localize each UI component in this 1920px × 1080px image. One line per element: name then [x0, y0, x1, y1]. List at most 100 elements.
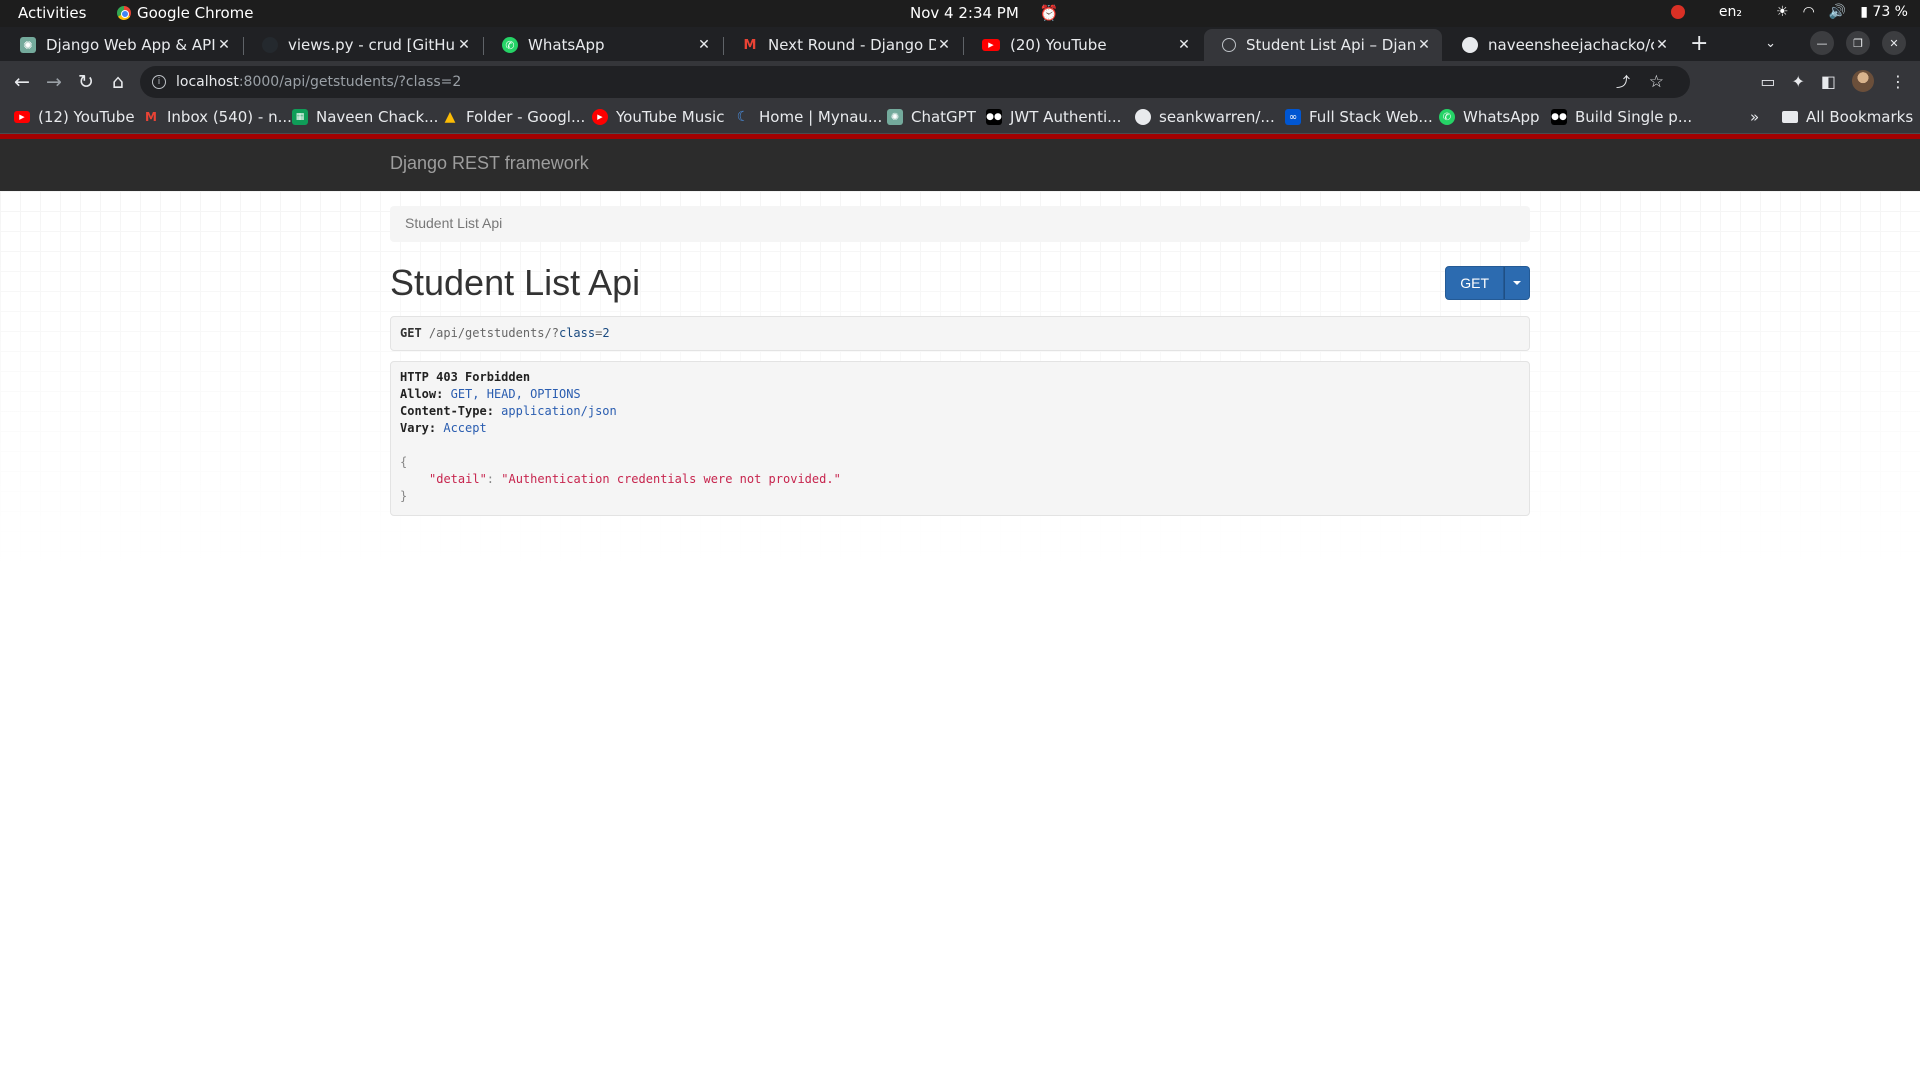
github-icon	[1135, 109, 1151, 125]
cast-icon[interactable]: ▭	[1760, 72, 1775, 91]
close-window-button[interactable]: ✕	[1882, 31, 1906, 55]
bookmark-youtube-music[interactable]: ▶ YouTube Music	[592, 108, 724, 126]
reload-icon[interactable]: ↻	[74, 70, 98, 94]
response-header: Content-Type: application/json	[400, 403, 1520, 420]
tab-django-web-app[interactable]: ✺ Django Web App & API ✕	[2, 29, 242, 61]
tab-title: Django Web App & API	[46, 36, 216, 54]
bookmark-mynaukri[interactable]: ☾ Home | Mynau...	[735, 108, 883, 126]
close-icon[interactable]: ✕	[1654, 37, 1670, 53]
minimize-button[interactable]: —	[1810, 31, 1834, 55]
site-info-icon[interactable]: i	[152, 75, 166, 89]
bookmark-folder-google[interactable]: ▲ Folder - Googl...	[442, 108, 586, 126]
bookmark-chatgpt[interactable]: ✺ ChatGPT	[887, 108, 976, 126]
bookmark-label: Build Single p...	[1575, 108, 1693, 126]
extensions-icon[interactable]: ✦	[1791, 72, 1804, 91]
tab-github-repo[interactable]: naveensheejachacko/cor ✕	[1444, 29, 1680, 61]
address-bar[interactable]: i localhost:8000/api/getstudents/?class=…	[140, 66, 1690, 98]
bookmarks-overflow-icon[interactable]: »	[1750, 108, 1759, 126]
gmail-icon: M	[145, 110, 157, 124]
bookmark-inbox[interactable]: M Inbox (540) - n...	[143, 108, 292, 126]
request-url: /api/getstudents/?	[428, 326, 559, 340]
forward-icon[interactable]: →	[42, 70, 66, 94]
close-icon[interactable]: ✕	[696, 37, 712, 53]
home-icon[interactable]: ⌂	[106, 70, 130, 94]
bookmark-seankwarren[interactable]: seankwarren/...	[1135, 108, 1275, 126]
tab-strip: ✺ Django Web App & API ✕ views.py - crud…	[0, 27, 1920, 61]
drf-navbar: Django REST framework	[0, 134, 1920, 191]
bookmark-label: Folder - Googl...	[466, 108, 586, 126]
bookmark-star-icon[interactable]: ☆	[1649, 72, 1664, 92]
request-info: GET /api/getstudents/?class=2	[390, 316, 1530, 351]
tab-next-round[interactable]: M Next Round - Django Dev ✕	[724, 29, 962, 61]
record-icon	[1670, 5, 1685, 19]
content-header: Student List Api GET	[390, 242, 1530, 314]
close-icon[interactable]: ✕	[1176, 37, 1192, 53]
menu-icon[interactable]: ⋮	[1890, 72, 1906, 91]
response-header: Allow: GET, HEAD, OPTIONS	[400, 386, 1520, 403]
tab-youtube[interactable]: ▶ (20) YouTube ✕	[964, 29, 1202, 61]
bookmark-label: Home | Mynau...	[759, 108, 883, 126]
response-status: HTTP 403 Forbidden	[400, 370, 531, 384]
all-bookmarks-label: All Bookmarks	[1806, 108, 1914, 126]
profile-avatar[interactable]	[1852, 70, 1874, 92]
bookmark-whatsapp[interactable]: ✆ WhatsApp	[1439, 108, 1540, 126]
breadcrumb: Student List Api	[390, 206, 1530, 242]
bookmark-naveen-chack[interactable]: ▦ Naveen Chack...	[292, 108, 438, 126]
url-path: :8000/api/getstudents/?class=2	[238, 74, 462, 90]
activities-button[interactable]: Activities	[18, 4, 86, 22]
url-host: localhost	[176, 74, 239, 90]
system-tray[interactable]: en₂ ☀ ◠ 🔊 ▮ 73 %	[1670, 4, 1908, 20]
app-menu[interactable]: Google Chrome	[117, 4, 254, 22]
request-method: GET	[400, 326, 422, 340]
tab-search-icon[interactable]: ⌄	[1765, 36, 1776, 51]
restore-button[interactable]: ❐	[1846, 31, 1870, 55]
json-open-brace: {	[400, 455, 408, 469]
bookmark-jwt-auth[interactable]: ●● JWT Authenti...	[986, 108, 1121, 126]
globe-icon	[1222, 38, 1236, 52]
bookmark-build-single-page[interactable]: ●● Build Single p...	[1551, 108, 1692, 126]
bookmark-youtube[interactable]: ▶ (12) YouTube	[14, 108, 135, 126]
tab-views-py[interactable]: views.py - crud [GitHub] - ✕	[244, 29, 482, 61]
json-close-brace: }	[400, 489, 408, 503]
tab-title: Next Round - Django Dev	[768, 36, 936, 54]
clock-text: Nov 4 2:34 PM	[910, 4, 1019, 22]
clock[interactable]: Nov 4 2:34 PM ⏰	[910, 4, 1058, 22]
close-icon[interactable]: ✕	[936, 37, 952, 53]
tab-student-list-api[interactable]: Student List Api – Django ✕	[1204, 29, 1442, 61]
close-icon[interactable]: ✕	[1416, 37, 1432, 53]
youtube-icon: ▶	[14, 111, 30, 123]
brightness-icon: ☀	[1776, 4, 1789, 20]
bookmarks-bar: ▶ (12) YouTube M Inbox (540) - n... ▦ Navee…	[0, 103, 1920, 134]
json-colon: :	[486, 472, 502, 486]
youtube-music-icon: ▶	[592, 109, 608, 125]
coursera-icon: ∞	[1285, 109, 1301, 125]
battery-percent: 73 %	[1872, 4, 1908, 20]
breadcrumb-item: Student List Api	[405, 215, 503, 231]
share-icon[interactable]: ⤴	[1616, 72, 1630, 92]
format-dropdown-button[interactable]	[1504, 266, 1530, 300]
header-name: Vary:	[400, 421, 437, 435]
get-button[interactable]: GET	[1445, 266, 1504, 300]
close-icon[interactable]: ✕	[456, 37, 472, 53]
tab-title: views.py - crud [GitHub] -	[288, 36, 456, 54]
tab-whatsapp[interactable]: ✆ WhatsApp ✕	[484, 29, 722, 61]
medium-icon: ●●	[986, 109, 1002, 125]
new-tab-button[interactable]: +	[1690, 31, 1708, 56]
language-indicator[interactable]: en₂	[1719, 4, 1742, 20]
close-icon[interactable]: ✕	[216, 37, 232, 53]
tab-title: WhatsApp	[528, 36, 605, 54]
all-bookmarks-button[interactable]: All Bookmarks	[1782, 108, 1913, 126]
back-icon[interactable]: ←	[10, 70, 34, 94]
chrome-icon	[117, 6, 131, 20]
response-info: HTTP 403 Forbidden Allow: GET, HEAD, OPT…	[390, 361, 1530, 516]
github-icon	[1462, 37, 1478, 53]
get-button-group: GET	[1445, 266, 1530, 300]
bookmark-label: Naveen Chack...	[316, 108, 439, 126]
side-panel-icon[interactable]: ◧	[1821, 72, 1836, 91]
header-value: Accept	[443, 421, 487, 435]
bookmark-full-stack-web[interactable]: ∞ Full Stack Web...	[1285, 108, 1433, 126]
bookmark-label: Full Stack Web...	[1309, 108, 1433, 126]
drf-brand-link[interactable]: Django REST framework	[390, 153, 589, 174]
json-value: "Authentication credentials were not pro…	[501, 472, 841, 486]
browser-toolbar: ← → ↻ ⌂ i localhost:8000/api/getstudents…	[0, 61, 1920, 103]
